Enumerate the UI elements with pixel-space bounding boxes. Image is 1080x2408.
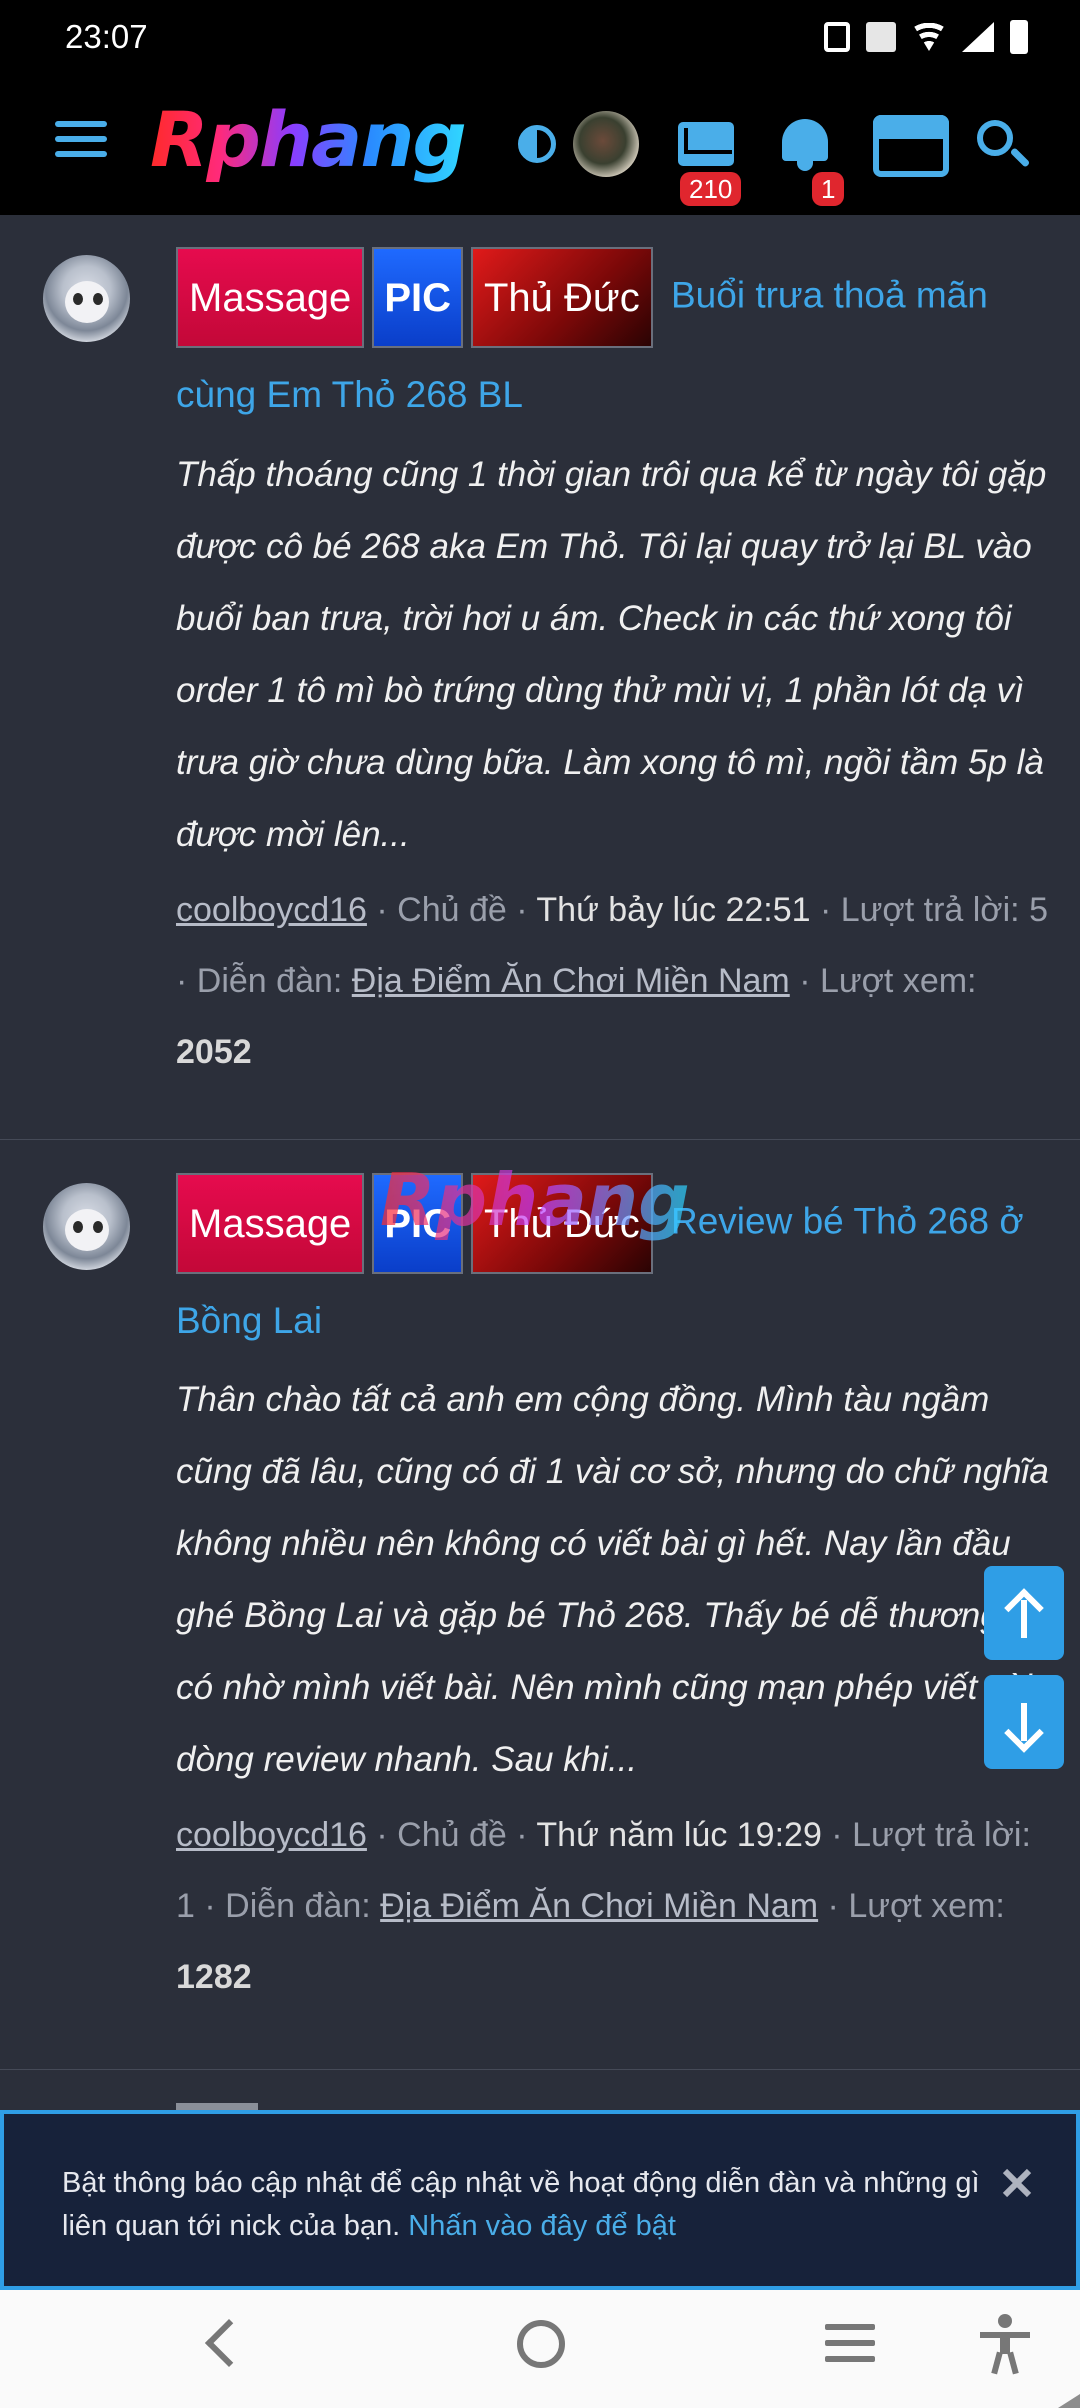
forum-link[interactable]: Địa Điểm Ăn Chơi Miền Nam [352,962,790,1000]
replies-count: 1 [176,1887,195,1925]
replies-count: 5 [1029,891,1048,929]
thread-item: Massage PIC Thủ Đức Buổi trưa thoả mãn cùn… [0,215,1080,1140]
status-icons [824,20,1028,54]
battery-icon [1010,20,1028,54]
close-icon[interactable] [1000,2166,1034,2200]
thread-meta: coolboycd16 · Chủ đề · Thứ bảy lúc 22:51… [176,891,1048,1071]
clock: 23:07 [65,18,148,55]
replies-label: Lượt trả lời: [852,1816,1031,1854]
replies-label: Lượt trả lời: [840,891,1020,929]
recents-icon[interactable] [825,2324,875,2372]
corner-indicator-icon [1058,2394,1080,2408]
author-link[interactable]: coolboycd16 [176,891,367,929]
system-nav-bar [0,2290,1080,2408]
bell-icon[interactable] [778,115,832,173]
search-icon[interactable] [977,120,1031,172]
forum-link[interactable]: Địa Điểm Ăn Chơi Miền Nam [380,1887,818,1925]
thread-snippet[interactable]: Thân chào tất cả anh em cộng đồng. Mình … [176,1364,1056,1796]
author-avatar[interactable] [43,1183,130,1270]
enable-notifications-link[interactable]: Nhấn vào đây để bật [408,2210,676,2242]
home-icon[interactable] [517,2320,565,2368]
store-icon[interactable] [873,115,949,177]
tag-massage[interactable]: Massage [176,1173,365,1274]
thread-snippet[interactable]: Thấp thoáng cũng 1 thời gian trôi qua kể… [176,439,1056,871]
theme-toggle-icon[interactable] [518,125,556,163]
watermark-logo: Rphang [380,1158,690,1242]
mail-badge: 210 [680,172,742,206]
views-label: Lượt xem: [848,1887,1005,1925]
site-logo[interactable]: Rphang [150,95,467,184]
vibrate-icon [824,22,850,52]
status-bar: 23:07 [0,0,1080,75]
signal-icon [962,22,994,52]
user-avatar[interactable] [573,111,639,177]
thread-item: MassagePICThủ Đức Review bé Thỏ 268 ở Bồ… [0,1140,1080,2070]
notification-text: Bật thông báo cập nhật để cập nhật về ho… [62,2162,992,2248]
scroll-bottom-button[interactable] [984,1675,1064,1769]
tag-pic[interactable]: PIC [372,247,463,348]
volte-icon [866,22,896,52]
accessibility-icon[interactable] [980,2314,1030,2375]
tag-massage[interactable]: Massage [176,247,365,348]
mail-icon[interactable] [678,122,734,166]
back-icon[interactable] [204,2318,254,2368]
wifi-icon [912,23,946,51]
author-avatar[interactable] [43,255,130,342]
hamburger-menu-icon[interactable] [55,121,107,161]
scroll-top-button[interactable] [984,1566,1064,1660]
app-header: Rphang 210 1 [0,75,1080,215]
views-count: 1282 [176,1958,252,1996]
author-link[interactable]: coolboycd16 [176,1816,367,1854]
type-label: Chủ đề [397,1816,507,1854]
views-label: Lượt xem: [819,962,977,1000]
thread-title-line: Massage PIC Thủ Đức Buổi trưa thoả mãn cùn… [176,247,1056,441]
forum-label: Diễn đàn: [225,1887,371,1925]
views-count: 2052 [176,1033,252,1071]
post-date: Thứ bảy lúc 22:51 [536,891,811,929]
tag-district[interactable]: Thủ Đức [471,247,653,348]
type-label: Chủ đề [397,891,507,929]
forum-label: Diễn đàn: [196,962,343,1000]
post-date: Thứ năm lúc 19:29 [536,1816,822,1854]
push-notification-banner: Bật thông báo cập nhật để cập nhật về ho… [0,2110,1080,2290]
notification-badge: 1 [812,172,845,206]
thread-meta: coolboycd16 · Chủ đề · Thứ năm lúc 19:29… [176,1816,1031,1996]
